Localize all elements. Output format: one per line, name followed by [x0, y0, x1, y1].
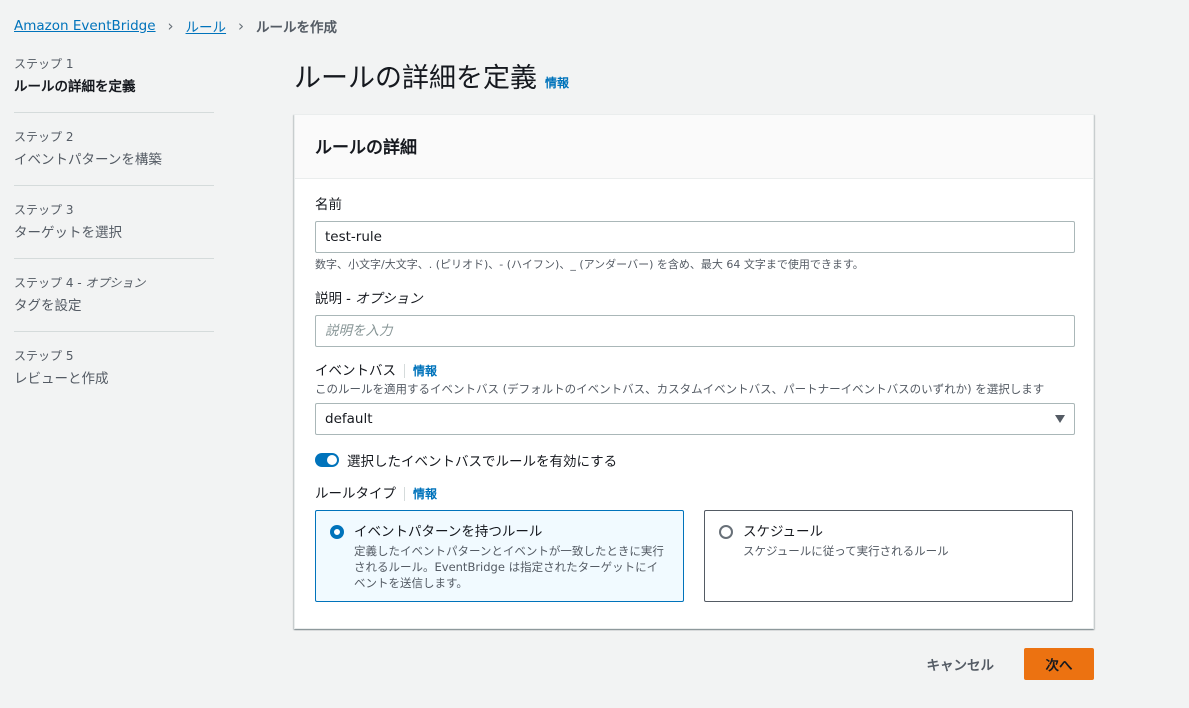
radio-checked-icon[interactable]: [330, 525, 344, 539]
label-divider: [404, 487, 405, 501]
step-1: ステップ 1 ルールの詳細を定義: [14, 56, 214, 113]
description-label-text: 説明: [315, 291, 342, 307]
page-info-link[interactable]: 情報: [545, 74, 569, 91]
radio-unchecked-icon[interactable]: [719, 525, 733, 539]
description-input[interactable]: [315, 315, 1075, 347]
step-number-text: ステップ 3: [14, 203, 74, 217]
breadcrumb-rules-link[interactable]: ルール: [186, 16, 227, 36]
tile-title: イベントパターンを持つルール: [354, 524, 543, 540]
step-number: ステップ 5: [14, 348, 214, 364]
step-5[interactable]: ステップ 5 レビューと作成: [14, 348, 214, 404]
name-input[interactable]: [315, 221, 1075, 253]
rule-type-schedule-tile[interactable]: スケジュール スケジュールに従って実行されるルール: [704, 510, 1073, 602]
event-bus-select[interactable]: default: [315, 403, 1075, 435]
step-number: ステップ 2: [14, 129, 214, 145]
panel-body: 名前 数字、小文字/大文字、. (ピリオド)、- (ハイフン)、_ (アンダーバ…: [295, 179, 1093, 618]
step-label: ルールの詳細を定義: [14, 79, 136, 95]
step-number-text: ステップ 1: [14, 57, 74, 71]
panel-title: ルールの詳細: [315, 138, 417, 158]
event-bus-info-link[interactable]: 情報: [413, 361, 437, 381]
wizard-footer: キャンセル 次へ: [897, 648, 1094, 680]
step-number-text: ステップ 5: [14, 349, 74, 363]
step-2[interactable]: ステップ 2 イベントパターンを構築: [14, 129, 214, 186]
caret-down-icon: [1055, 415, 1065, 423]
event-bus-label-text: イベントバス: [315, 363, 396, 379]
step-number: ステップ 4 - オプション: [14, 275, 214, 291]
rule-type-info-link[interactable]: 情報: [413, 484, 437, 504]
chevron-right-icon: ›: [167, 17, 174, 35]
rule-type-label-text: ルールタイプ: [315, 486, 396, 502]
tile-title: スケジュール: [743, 524, 824, 540]
step-3[interactable]: ステップ 3 ターゲットを選択: [14, 202, 214, 259]
next-button[interactable]: 次へ: [1024, 648, 1094, 680]
enable-rule-toggle[interactable]: [315, 453, 339, 467]
cancel-button[interactable]: キャンセル: [897, 654, 1025, 674]
step-number: ステップ 3: [14, 202, 214, 218]
breadcrumb: Amazon EventBridge › ルール › ルールを作成: [14, 16, 337, 36]
enable-rule-toggle-row: 選択したイベントバスでルールを有効にする: [315, 450, 1073, 470]
tile-content: イベントパターンを持つルール 定義したイベントパターンとイベントが一致したときに…: [354, 522, 669, 590]
tile-content: スケジュール スケジュールに従って実行されるルール: [743, 522, 949, 590]
rule-type-tiles: イベントパターンを持つルール 定義したイベントパターンとイベントが一致したときに…: [315, 510, 1073, 602]
name-hint: 数字、小文字/大文字、. (ピリオド)、- (ハイフン)、_ (アンダーバー) …: [315, 258, 864, 271]
step-optional-text: - オプション: [73, 276, 146, 290]
step-label: レビューと作成: [14, 371, 109, 387]
event-bus-hint: このルールを適用するイベントバス (デフォルトのイベントバス、カスタムイベントバ…: [315, 382, 1045, 396]
rule-type-label: ルールタイプ 情報: [315, 484, 1073, 504]
tile-description: 定義したイベントパターンとイベントが一致したときに実行されるルール。EventB…: [354, 544, 664, 590]
description-label: 説明 - オプション: [315, 289, 1073, 309]
page-header: ルールの詳細を定義 情報: [294, 56, 569, 95]
name-label-text: 名前: [315, 197, 342, 213]
event-bus-label: イベントバス 情報: [315, 361, 1073, 381]
toggle-knob: [327, 455, 337, 465]
chevron-right-icon: ›: [238, 17, 245, 35]
page-title: ルールの詳細を定義: [294, 63, 537, 94]
event-bus-selected-value: default: [325, 411, 373, 427]
rule-type-event-pattern-tile[interactable]: イベントパターンを持つルール 定義したイベントパターンとイベントが一致したときに…: [315, 510, 684, 602]
step-label: イベントパターンを構築: [14, 152, 162, 168]
rule-details-panel: ルールの詳細 名前 数字、小文字/大文字、. (ピリオド)、- (ハイフン)、_…: [294, 114, 1094, 629]
breadcrumb-current: ルールを作成: [256, 20, 338, 36]
wizard-steps: ステップ 1 ルールの詳細を定義 ステップ 2 イベントパターンを構築 ステップ…: [14, 56, 214, 420]
step-4[interactable]: ステップ 4 - オプション タグを設定: [14, 275, 214, 332]
step-label: ターゲットを選択: [14, 225, 122, 241]
tile-description: スケジュールに従って実行されるルール: [743, 544, 949, 558]
name-label: 名前: [315, 195, 1073, 215]
step-number-text: ステップ 2: [14, 130, 74, 144]
panel-header: ルールの詳細: [295, 115, 1093, 179]
step-label: タグを設定: [14, 298, 82, 314]
breadcrumb-eventbridge-link[interactable]: Amazon EventBridge: [14, 18, 156, 34]
description-optional-text: - オプション: [346, 291, 423, 307]
step-number: ステップ 1: [14, 56, 214, 72]
label-divider: [404, 364, 405, 378]
step-number-text: ステップ 4: [14, 276, 74, 290]
enable-rule-toggle-label: 選択したイベントバスでルールを有効にする: [347, 454, 618, 470]
